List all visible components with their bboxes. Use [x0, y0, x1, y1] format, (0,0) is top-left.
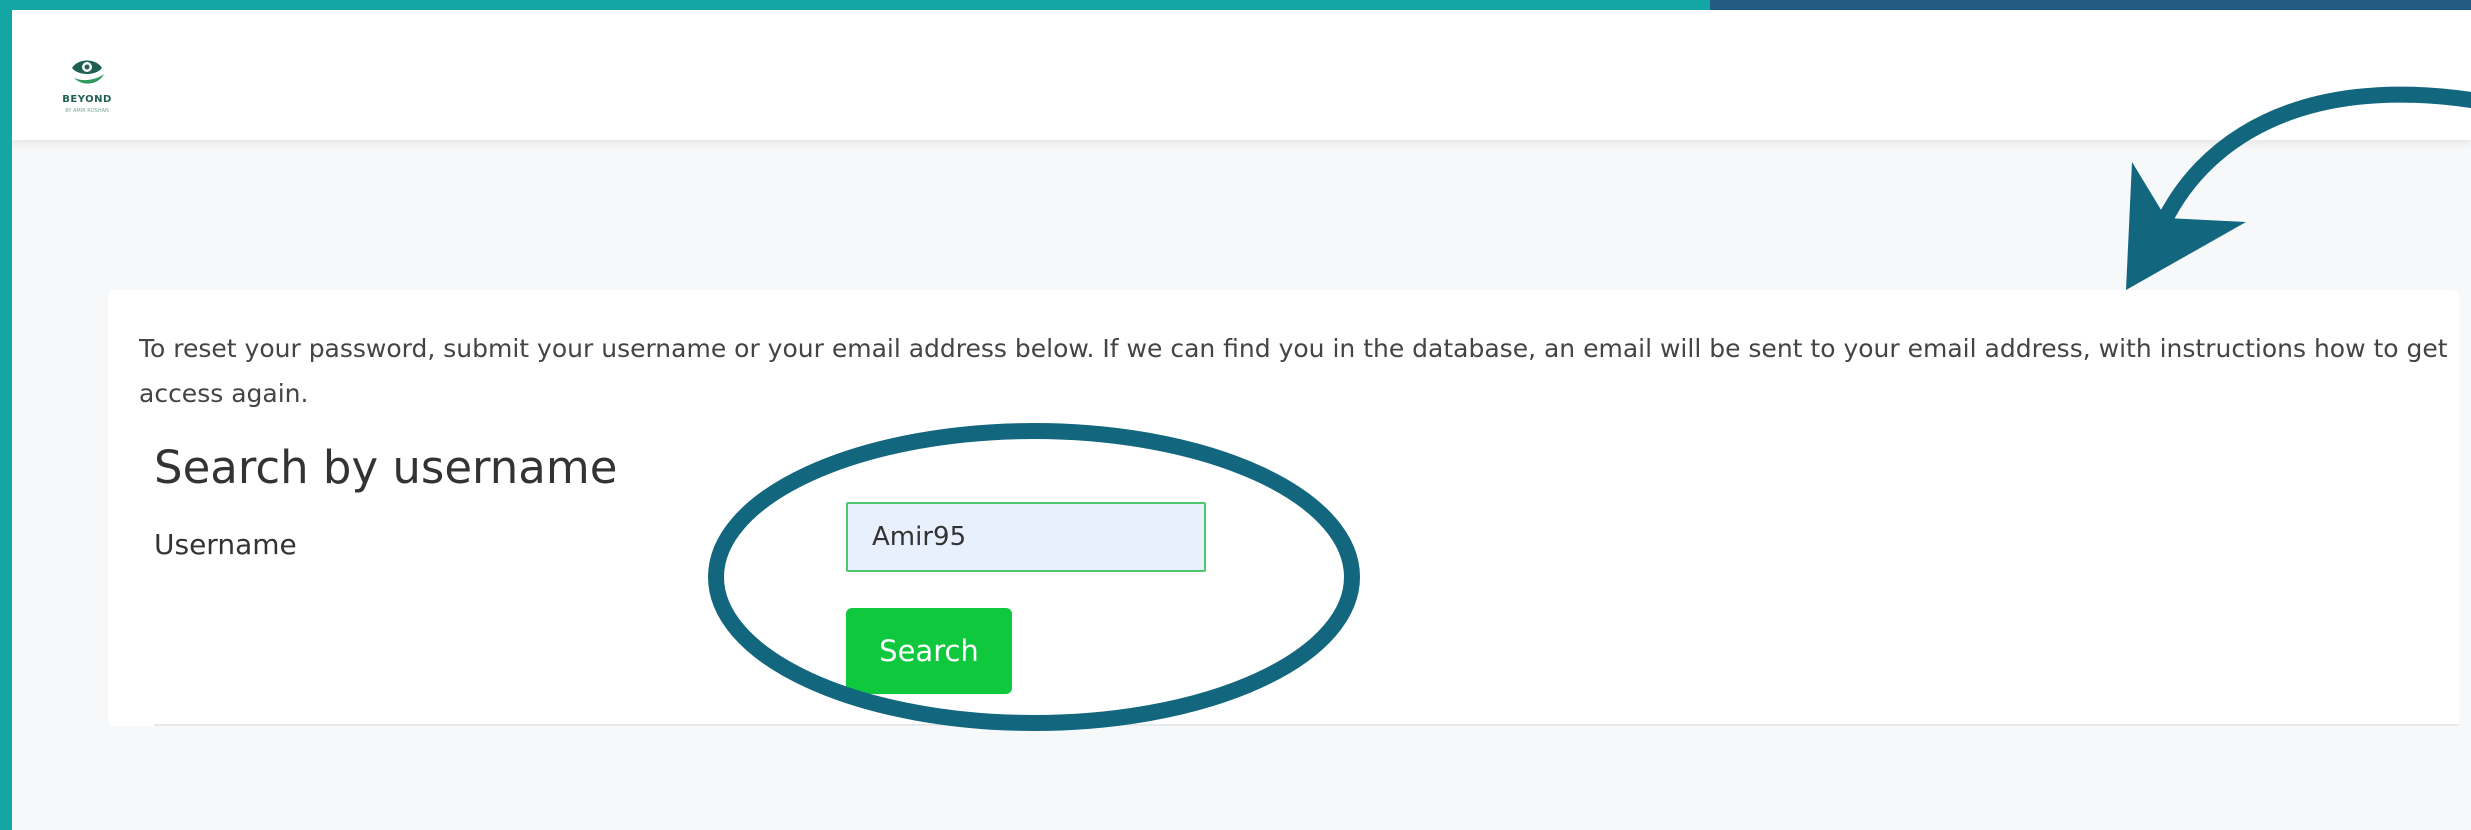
card-divider	[154, 724, 2459, 726]
site-header: BEYOND BY AMIR ROSHAN	[12, 10, 2471, 140]
logo-wordmark: BEYOND	[62, 94, 112, 105]
logo-tagline: BY AMIR ROSHAN	[65, 108, 109, 114]
username-label: Username	[154, 528, 297, 561]
username-input[interactable]	[846, 502, 1206, 572]
site-logo[interactable]: BEYOND BY AMIR ROSHAN	[56, 46, 118, 122]
top-accent-bar	[1710, 0, 2471, 10]
eye-leaf-logo-icon	[72, 60, 104, 84]
search-button[interactable]: Search	[846, 608, 1012, 694]
search-by-username-heading: Search by username	[154, 441, 618, 494]
reset-instructions: To reset your password, submit your user…	[139, 334, 2448, 408]
